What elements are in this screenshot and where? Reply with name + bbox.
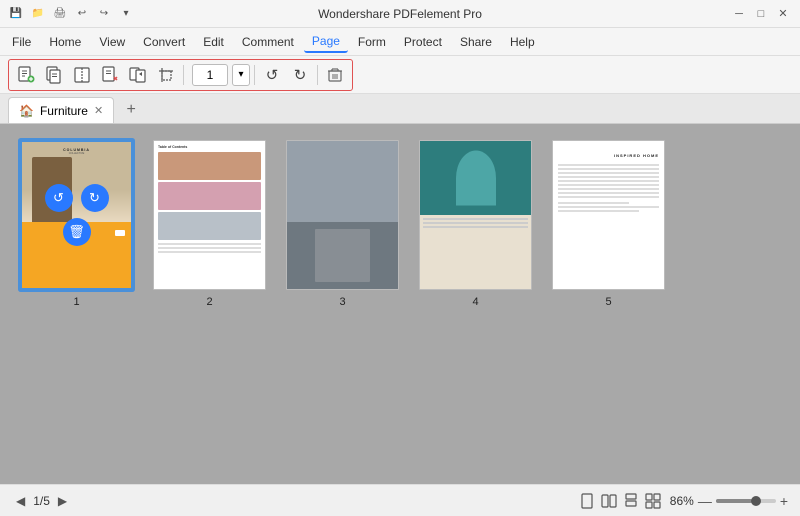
redo-icon[interactable]: ↪ bbox=[96, 6, 112, 22]
title-bar-left: 💾 📁 🖨 ↩ ↪ ▾ bbox=[8, 6, 134, 22]
delete-overlay-icon[interactable]: 🗑 bbox=[63, 218, 91, 246]
print-icon[interactable]: 🖨 bbox=[52, 6, 68, 22]
toolbar-divider-3 bbox=[317, 65, 318, 85]
page-toolbar-section: ▾ ↺ ↻ bbox=[8, 59, 353, 91]
crop-page-button[interactable] bbox=[153, 62, 179, 88]
prev-page-button[interactable]: ◀ bbox=[12, 492, 29, 510]
zoom-slider-fill bbox=[716, 499, 752, 503]
page-thumb-4[interactable] bbox=[419, 140, 532, 290]
page-5-num: 5 bbox=[605, 296, 611, 308]
rotate-right-button[interactable]: ↻ bbox=[287, 62, 313, 88]
delete-button[interactable] bbox=[322, 62, 348, 88]
page-info: 1/5 bbox=[33, 494, 50, 508]
page-number-input-wrap: ▾ bbox=[192, 64, 250, 86]
menu-form[interactable]: Form bbox=[350, 32, 394, 52]
app-title: Wondershare PDFelement Pro bbox=[318, 7, 482, 21]
page-1-wrap: COLUMBIA COLLECTIVE ↺ ↻ 🗑 1 bbox=[20, 140, 133, 308]
open-icon[interactable]: 📁 bbox=[30, 6, 46, 22]
status-bar-right: 86% — + bbox=[578, 492, 788, 510]
tab-bar: 🏠 Furniture ✕ + bbox=[0, 94, 800, 124]
delete-page-button[interactable] bbox=[97, 62, 123, 88]
page-2-num: 2 bbox=[206, 296, 212, 308]
extract-page-button[interactable] bbox=[41, 62, 67, 88]
split-page-button[interactable] bbox=[69, 62, 95, 88]
menu-share[interactable]: Share bbox=[452, 32, 500, 52]
page-5-wrap: INSPIRED HOME 5 bbox=[552, 140, 665, 308]
tab-furniture[interactable]: 🏠 Furniture ✕ bbox=[8, 97, 114, 123]
main-area: COLUMBIA COLLECTIVE ↺ ↻ 🗑 1 bbox=[0, 124, 800, 484]
page-1-num: 1 bbox=[73, 296, 79, 308]
menu-comment[interactable]: Comment bbox=[234, 32, 302, 52]
menu-protect[interactable]: Protect bbox=[396, 32, 450, 52]
home-icon: 🏠 bbox=[19, 104, 34, 118]
zoom-slider-track[interactable] bbox=[716, 499, 776, 503]
toolbar-divider-2 bbox=[254, 65, 255, 85]
insert-page-button[interactable] bbox=[13, 62, 39, 88]
minimize-button[interactable]: ─ bbox=[730, 5, 748, 23]
view-mode-icons bbox=[578, 492, 662, 510]
zoom-section: 86% — + bbox=[670, 494, 788, 508]
page-3-num: 3 bbox=[339, 296, 345, 308]
window-controls: ─ □ ✕ bbox=[730, 5, 792, 23]
page-4-num: 4 bbox=[472, 296, 478, 308]
page-thumb-2[interactable]: Table of Contents bbox=[153, 140, 266, 290]
zoom-in-button[interactable]: + bbox=[780, 494, 788, 508]
replace-page-button[interactable] bbox=[125, 62, 151, 88]
add-tab-button[interactable]: + bbox=[118, 97, 144, 123]
menu-convert[interactable]: Convert bbox=[135, 32, 193, 52]
toolbar: ▾ ↺ ↻ bbox=[0, 56, 800, 94]
zoom-slider-thumb[interactable] bbox=[751, 496, 761, 506]
page-thumb-3[interactable] bbox=[286, 140, 399, 290]
page-thumb-5[interactable]: INSPIRED HOME bbox=[552, 140, 665, 290]
save-icon[interactable]: 💾 bbox=[8, 6, 24, 22]
page-4-wrap: 4 bbox=[419, 140, 532, 308]
toolbar-divider bbox=[183, 65, 184, 85]
page-dropdown-button[interactable]: ▾ bbox=[232, 64, 250, 86]
maximize-button[interactable]: □ bbox=[752, 5, 770, 23]
undo-icon[interactable]: ↩ bbox=[74, 6, 90, 22]
close-button[interactable]: ✕ bbox=[774, 5, 792, 23]
pages-row: COLUMBIA COLLECTIVE ↺ ↻ 🗑 1 bbox=[20, 140, 665, 308]
rotate-overlay-icon[interactable]: ↺ bbox=[45, 184, 73, 212]
zoom-level: 86% bbox=[670, 494, 694, 508]
scroll-view-icon[interactable] bbox=[622, 492, 640, 510]
page-1-overlay-icons: ↺ ↻ 🗑 bbox=[45, 184, 109, 246]
rotate-right-overlay-icon[interactable]: ↻ bbox=[81, 184, 109, 212]
menu-page[interactable]: Page bbox=[304, 31, 348, 53]
menu-edit[interactable]: Edit bbox=[195, 32, 232, 52]
menu-file[interactable]: File bbox=[4, 32, 39, 52]
page-3-wrap: 3 bbox=[286, 140, 399, 308]
action-icons-row: ↺ ↻ bbox=[45, 184, 109, 212]
single-page-view-icon[interactable] bbox=[578, 492, 596, 510]
grid-view-icon[interactable] bbox=[644, 492, 662, 510]
status-bar-left: ◀ 1/5 ▶ bbox=[12, 492, 71, 510]
page-number-input[interactable] bbox=[192, 64, 228, 86]
page-2-wrap: Table of Contents 2 bbox=[153, 140, 266, 308]
tab-label: Furniture bbox=[40, 104, 88, 118]
next-page-button[interactable]: ▶ bbox=[54, 492, 71, 510]
status-bar: ◀ 1/5 ▶ 86% — + bbox=[0, 484, 800, 516]
page-navigation: ◀ 1/5 ▶ bbox=[12, 492, 71, 510]
menu-home[interactable]: Home bbox=[41, 32, 89, 52]
menu-bar: File Home View Convert Edit Comment Page… bbox=[0, 28, 800, 56]
title-bar: 💾 📁 🖨 ↩ ↪ ▾ Wondershare PDFelement Pro ─… bbox=[0, 0, 800, 28]
menu-view[interactable]: View bbox=[91, 32, 133, 52]
menu-help[interactable]: Help bbox=[502, 32, 543, 52]
rotate-left-button[interactable]: ↺ bbox=[259, 62, 285, 88]
zoom-out-button[interactable]: — bbox=[698, 494, 712, 508]
double-page-view-icon[interactable] bbox=[600, 492, 618, 510]
customize-icon[interactable]: ▾ bbox=[118, 6, 134, 22]
tab-close-button[interactable]: ✕ bbox=[94, 104, 103, 117]
page-thumb-1[interactable]: COLUMBIA COLLECTIVE ↺ ↻ 🗑 bbox=[20, 140, 133, 290]
